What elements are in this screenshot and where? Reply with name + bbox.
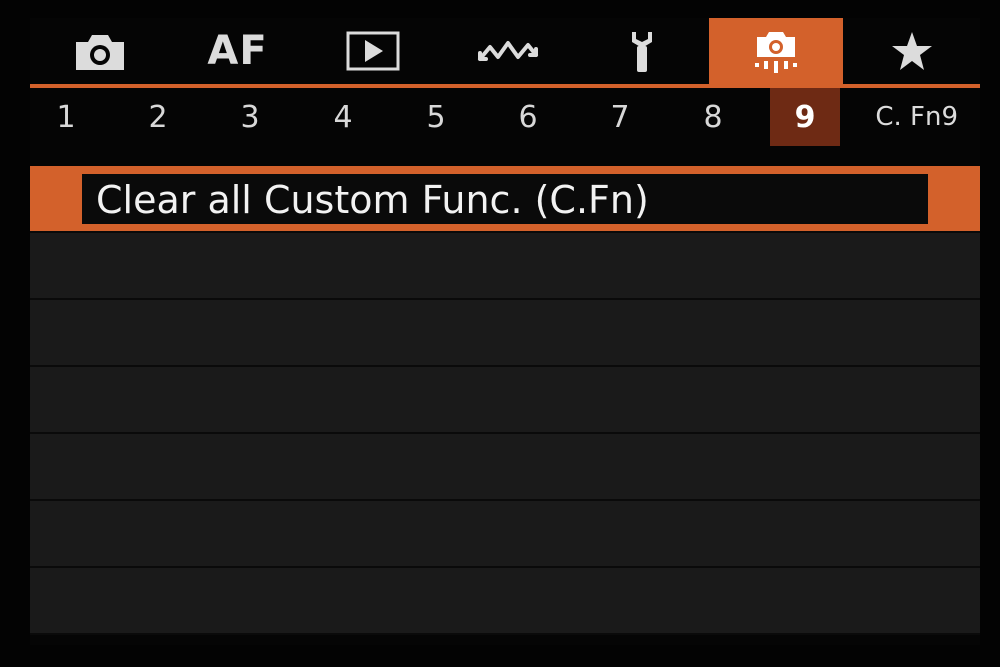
menu-item-empty [30,233,980,300]
tab-my-menu[interactable] [843,18,980,84]
menu-item-empty [30,367,980,434]
menu-item-clear-custom-functions[interactable]: Clear all Custom Func. (C.Fn) [30,166,980,233]
subtab-5[interactable]: 5 [418,88,454,146]
menu-item-label: Clear all Custom Func. (C.Fn) [96,177,649,222]
section-label: C. Fn9 [875,102,958,132]
subtab-3[interactable]: 3 [232,88,268,146]
subtab-6[interactable]: 6 [510,88,546,146]
custom-functions-camera-icon [755,32,797,73]
menu-item-empty [30,300,980,367]
menu-item-empty [30,568,980,635]
tab-wireless[interactable] [440,18,575,84]
subtab-2[interactable]: 2 [140,88,176,146]
tab-playback[interactable] [305,18,440,84]
menu-list: Clear all Custom Func. (C.Fn) [30,166,980,635]
menu-item-empty [30,501,980,568]
subtab-4[interactable]: 4 [325,88,361,146]
camera-icon [76,35,124,70]
wireless-icon [477,41,538,61]
tab-setup[interactable] [575,18,709,84]
subtab-7[interactable]: 7 [602,88,638,146]
tab-af-label: AF [207,28,268,74]
playback-icon [346,31,399,71]
menu-item-empty [30,434,980,501]
tab-af[interactable]: AF [170,18,305,84]
subtab-8[interactable]: 8 [695,88,731,146]
camera-menu-screen: AF 1 2 3 4 5 6 7 8 9 C. Fn9 Clear all Cu… [30,18,980,645]
subtab-9[interactable]: 9 [770,88,840,146]
star-icon [891,32,932,70]
subtab-1[interactable]: 1 [48,88,84,146]
wrench-icon [632,32,652,72]
menu-category-tabs: AF [30,18,980,84]
tab-shooting[interactable] [30,18,170,84]
menu-page-tabs: 1 2 3 4 5 6 7 8 9 [30,88,980,146]
tab-custom-functions[interactable] [709,18,843,84]
